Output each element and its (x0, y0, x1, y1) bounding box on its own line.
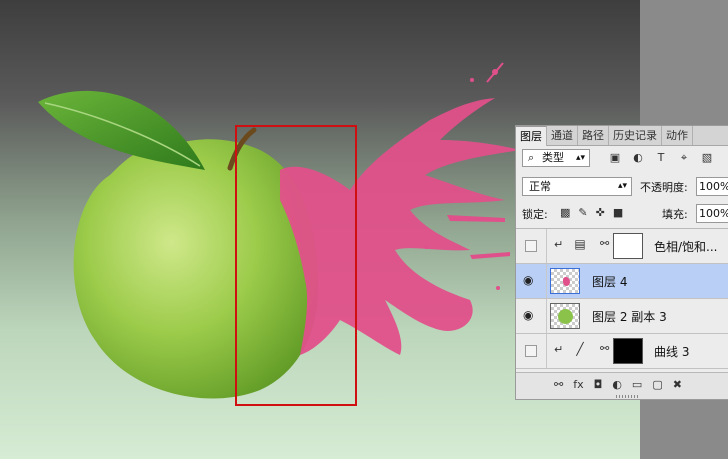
link-layers-icon[interactable]: ⚯ (554, 378, 563, 391)
add-mask-icon[interactable]: ◘ (594, 378, 603, 391)
layer-row-layer-4[interactable]: ◉ 图层 4 (516, 264, 728, 299)
panel-footer: ⚯ fx ◘ ◐ ▭ ▢ ✖ (516, 372, 728, 399)
delete-layer-icon[interactable]: ✖ (673, 378, 682, 391)
hue-saturation-icon: ▤ (574, 237, 586, 251)
visibility-toggle[interactable]: ◉ (516, 264, 547, 298)
visibility-toggle[interactable]: ◉ (516, 299, 547, 333)
resize-grip[interactable] (616, 395, 640, 398)
blend-row: 正常 ▴▾ 不透明度: 100% (516, 176, 728, 198)
adjustment-layer-icon[interactable]: ◐ (612, 378, 622, 391)
lock-paint-icon[interactable]: ✎ (578, 206, 587, 219)
lock-label: 锁定: (522, 208, 548, 221)
chevron-updown-icon: ▴▾ (617, 181, 627, 191)
layer-name: 图层 2 副本 3 (592, 310, 667, 324)
eye-icon: ◉ (523, 308, 534, 322)
tab-channels[interactable]: 通道 (547, 126, 578, 145)
fill-input[interactable]: 100% (696, 204, 728, 223)
blend-mode-value: 正常 (529, 180, 551, 193)
layer-list: ↵ ▤ ⚯ 色相/饱和... ◉ 图层 4 ◉ 图层 2 副本 3 ↵ ╱ ⚯ … (516, 228, 728, 369)
filter-row: ⌕ 类型 ▴▾ ▣ ◐ T ⌖ ▧ (516, 148, 728, 170)
layers-panel: 图层 通道 路径 历史记录 动作 ⌕ 类型 ▴▾ ▣ ◐ T ⌖ ▧ 正常 ▴▾… (515, 125, 728, 400)
visibility-off-box (525, 345, 537, 357)
eye-icon: ◉ (523, 273, 534, 287)
shape-filter-icon[interactable]: ⌖ (677, 151, 691, 165)
adjustment-filter-icon[interactable]: ◐ (631, 151, 645, 165)
fill-label: 填充: (662, 208, 688, 221)
layer-name: 色相/饱和... (654, 240, 718, 254)
link-icon: ⚯ (600, 237, 610, 250)
fx-icon[interactable]: fx (573, 378, 583, 391)
layer-name: 曲线 3 (654, 345, 690, 359)
chevron-updown-icon: ▴▾ (575, 153, 585, 163)
curves-icon: ╱ (576, 342, 584, 356)
visibility-toggle[interactable] (516, 229, 547, 263)
filter-kind-select[interactable]: ⌕ 类型 ▴▾ (522, 149, 590, 167)
selection-rectangle (235, 125, 357, 406)
visibility-toggle[interactable] (516, 334, 547, 368)
search-icon: ⌕ (528, 151, 535, 164)
blend-mode-select[interactable]: 正常 ▴▾ (522, 177, 632, 196)
layer-thumbnail[interactable] (550, 268, 580, 294)
tab-paths[interactable]: 路径 (578, 126, 609, 145)
tab-history[interactable]: 历史记录 (609, 126, 662, 145)
clip-arrow-icon: ↵ (554, 343, 564, 356)
tab-layers[interactable]: 图层 (516, 126, 547, 146)
lock-all-icon[interactable]: ■ (613, 206, 623, 219)
filter-kind-value: 类型 (542, 151, 564, 164)
footer-icons: ⚯ fx ◘ ◐ ▭ ▢ ✖ (554, 378, 682, 391)
type-filter-icon[interactable]: T (654, 151, 668, 165)
layer-mask-thumbnail[interactable] (613, 338, 643, 364)
new-group-icon[interactable]: ▭ (632, 378, 642, 391)
layer-row-layer-2-copy-3[interactable]: ◉ 图层 2 副本 3 (516, 299, 728, 334)
opacity-input[interactable]: 100% (696, 177, 728, 196)
link-icon: ⚯ (600, 342, 610, 355)
lock-icons: ▩ ✎ ✜ ■ (560, 206, 623, 219)
layer-row-curves-3[interactable]: ↵ ╱ ⚯ 曲线 3 (516, 334, 728, 369)
lock-row: 锁定: ▩ ✎ ✜ ■ 填充: 100% (516, 204, 728, 224)
lock-position-icon[interactable]: ✜ (596, 206, 605, 219)
visibility-off-box (525, 240, 537, 252)
opacity-label: 不透明度: (640, 181, 688, 194)
apple-leaf (38, 90, 205, 170)
panel-tabs: 图层 通道 路径 历史记录 动作 (516, 126, 728, 146)
smart-object-filter-icon[interactable]: ▧ (700, 151, 714, 165)
pixel-filter-icon[interactable]: ▣ (608, 151, 622, 165)
filter-icons: ▣ ◐ T ⌖ ▧ (608, 151, 714, 165)
new-layer-icon[interactable]: ▢ (652, 378, 662, 391)
clip-arrow-icon: ↵ (554, 238, 564, 251)
layer-name: 图层 4 (592, 275, 628, 289)
layer-row-hue-saturation[interactable]: ↵ ▤ ⚯ 色相/饱和... (516, 229, 728, 264)
layer-thumbnail[interactable] (550, 303, 580, 329)
tab-actions[interactable]: 动作 (662, 126, 693, 145)
lock-transparent-icon[interactable]: ▩ (560, 206, 570, 219)
layer-mask-thumbnail[interactable] (613, 233, 643, 259)
